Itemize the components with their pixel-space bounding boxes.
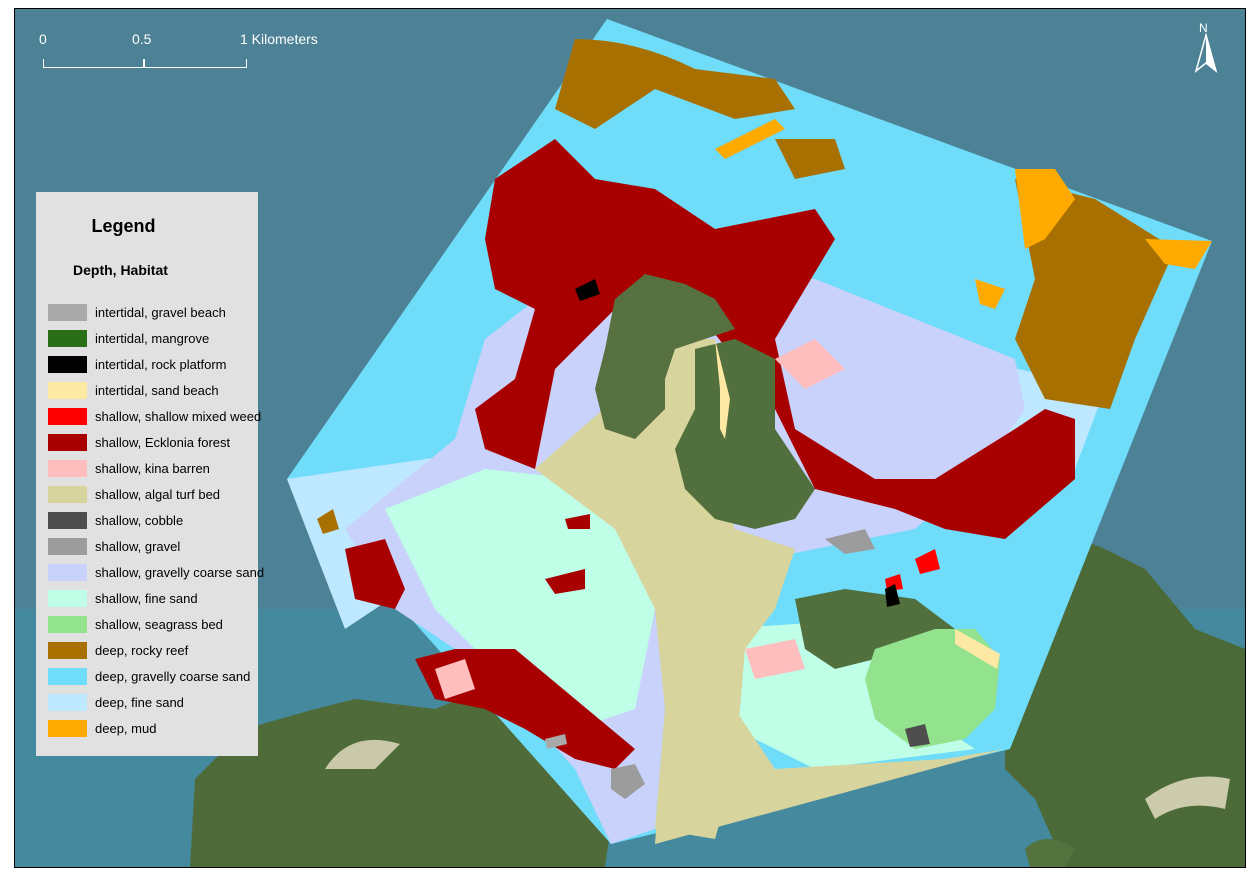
legend-item: deep, rocky reef	[48, 637, 264, 663]
legend-swatch	[48, 719, 87, 737]
scale-tick-0: 0	[39, 31, 47, 47]
legend-item-label: shallow, seagrass bed	[95, 616, 223, 632]
north-arrow: N	[1191, 21, 1221, 81]
map-frame: 0 0.5 1 Kilometers N Legend Depth, Habit…	[14, 8, 1246, 868]
legend-swatch	[48, 433, 87, 451]
legend-swatch	[48, 355, 87, 373]
legend-swatch	[48, 537, 87, 555]
legend-swatch	[48, 303, 87, 321]
legend-item: deep, gravelly coarse sand	[48, 663, 264, 689]
legend-item: shallow, cobble	[48, 507, 264, 533]
legend-item: intertidal, mangrove	[48, 325, 264, 351]
legend-swatch	[48, 329, 87, 347]
legend-item-label: deep, gravelly coarse sand	[95, 668, 251, 684]
legend-subtitle: Depth, Habitat	[73, 262, 168, 278]
north-arrow-icon	[1194, 32, 1218, 74]
legend-item: shallow, fine sand	[48, 585, 264, 611]
legend-swatch	[48, 563, 87, 581]
legend-item-label: intertidal, rock platform	[95, 356, 227, 372]
legend-swatch	[48, 485, 87, 503]
legend-item-label: shallow, gravelly coarse sand	[95, 564, 265, 580]
legend-item-label: deep, rocky reef	[95, 642, 189, 658]
legend-item: shallow, shallow mixed weed	[48, 403, 264, 429]
legend-item: shallow, algal turf bed	[48, 481, 264, 507]
scale-bar-mid-tick	[143, 59, 145, 67]
legend-swatch	[48, 511, 87, 529]
legend-swatch	[48, 693, 87, 711]
legend-item: deep, mud	[48, 715, 264, 741]
legend-item-label: deep, fine sand	[95, 694, 184, 710]
scale-tick-1km: 1 Kilometers	[240, 31, 318, 47]
legend-item: shallow, gravel	[48, 533, 264, 559]
legend-item-label: shallow, cobble	[95, 512, 184, 528]
legend-list: intertidal, gravel beach intertidal, mang…	[48, 299, 264, 741]
legend-item: intertidal, sand beach	[48, 377, 264, 403]
legend-swatch	[48, 667, 87, 685]
legend-item-label: shallow, Ecklonia forest	[95, 434, 231, 450]
legend-swatch	[48, 589, 87, 607]
legend-item-label: intertidal, mangrove	[95, 330, 210, 346]
legend-item-label: shallow, shallow mixed weed	[95, 408, 262, 424]
scale-bar: 0 0.5 1 Kilometers	[39, 31, 349, 71]
legend-item-label: shallow, algal turf bed	[95, 486, 221, 502]
legend-swatch	[48, 459, 87, 477]
legend-item-label: intertidal, sand beach	[95, 382, 219, 398]
legend-item: intertidal, gravel beach	[48, 299, 264, 325]
legend-item: shallow, kina barren	[48, 455, 264, 481]
legend-item: deep, fine sand	[48, 689, 264, 715]
legend-panel: Legend Depth, Habitat intertidal, gravel…	[36, 192, 264, 756]
legend-item-label: shallow, gravel	[95, 538, 181, 554]
legend-item: intertidal, rock platform	[48, 351, 264, 377]
legend-swatch	[48, 407, 87, 425]
legend-item: shallow, seagrass bed	[48, 611, 264, 637]
scale-bar-line	[43, 59, 247, 68]
legend-item: shallow, gravelly coarse sand	[48, 559, 264, 585]
legend-item-label: deep, mud	[95, 720, 157, 736]
legend-item-label: shallow, kina barren	[95, 460, 210, 476]
legend-swatch	[48, 615, 87, 633]
legend-title: Legend	[91, 216, 156, 236]
legend-item: shallow, Ecklonia forest	[48, 429, 264, 455]
legend-item-label: shallow, fine sand	[95, 590, 198, 606]
scale-tick-half: 0.5	[132, 31, 152, 47]
legend-swatch	[48, 381, 87, 399]
legend-swatch	[48, 641, 87, 659]
legend-item-label: intertidal, gravel beach	[95, 304, 226, 320]
